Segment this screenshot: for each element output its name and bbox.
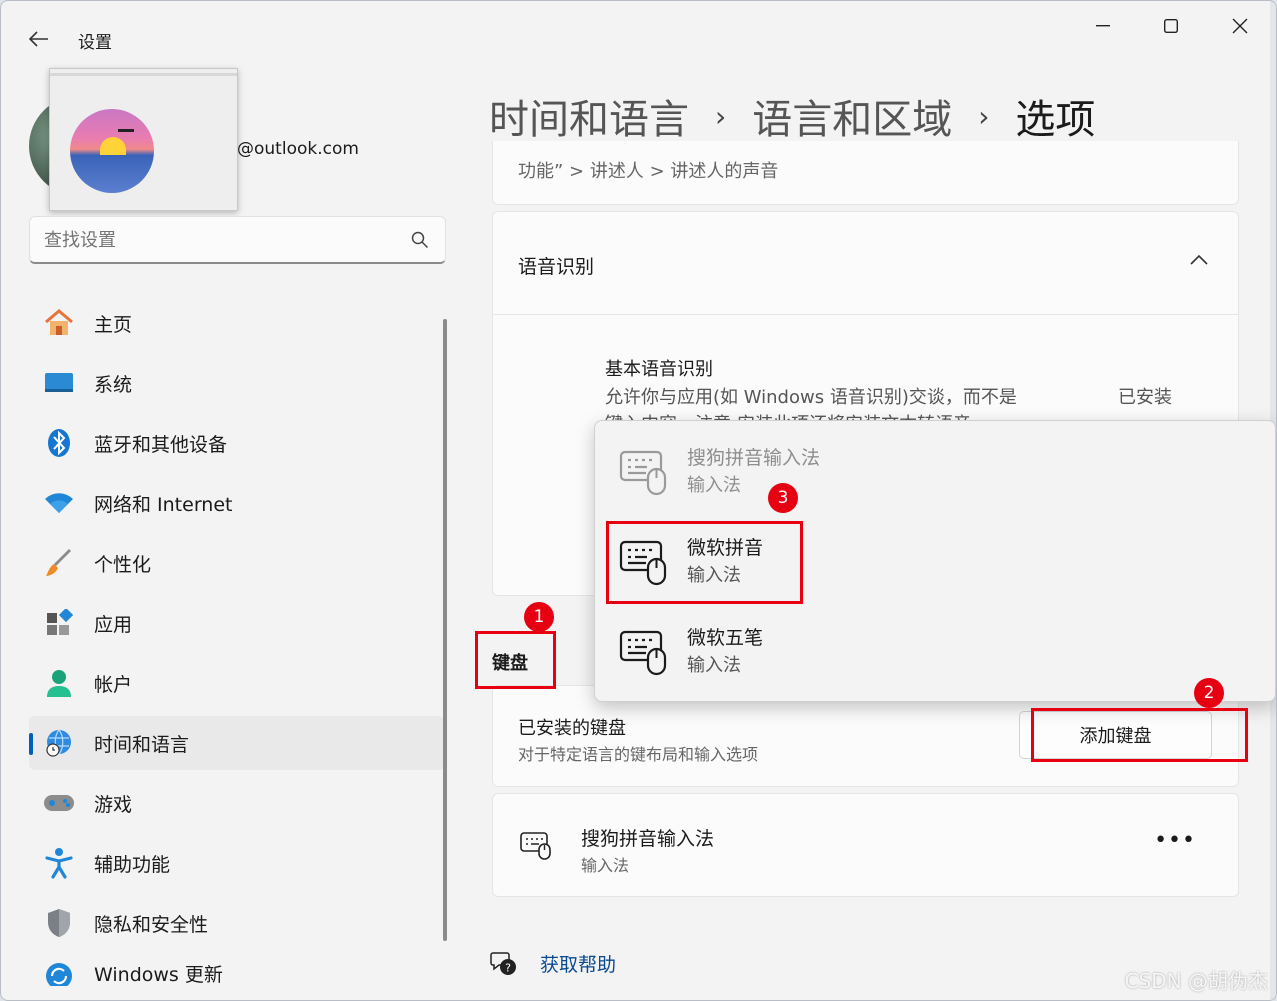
- preview-top-line: [50, 73, 237, 76]
- annotation-badge-3: 3: [768, 483, 798, 513]
- close-button[interactable]: [1220, 11, 1260, 41]
- installed-keyboards-title: 已安装的键盘: [518, 718, 626, 739]
- flyout-item-name: 搜狗拼音输入法: [687, 447, 821, 469]
- breadcrumb-separator: ›: [978, 99, 990, 133]
- person-icon: [43, 667, 75, 699]
- sidebar-item-home[interactable]: 主页: [29, 296, 445, 350]
- get-help-link[interactable]: ? 获取帮助: [490, 949, 616, 977]
- arrow-left-icon: [29, 31, 48, 47]
- globe-clock-icon: [43, 727, 75, 759]
- narrator-voice-path: 功能” > 讲述人 > 讲述人的声音: [518, 161, 779, 182]
- minimize-icon: [1096, 25, 1110, 27]
- sidebar-item-label: 系统: [94, 373, 133, 396]
- sidebar-item-apps[interactable]: 应用: [29, 596, 445, 650]
- installed-status: 已安装: [1118, 387, 1172, 408]
- sidebar-item-personalization[interactable]: 个性化: [29, 536, 445, 590]
- annotation-box-microsoft-pinyin: [606, 521, 803, 604]
- sun-shape: [100, 137, 126, 155]
- sidebar-item-network[interactable]: 网络和 Internet: [29, 476, 445, 530]
- sidebar-item-label: 游戏: [94, 793, 133, 816]
- flyout-item-microsoft-wubi[interactable]: 微软五笔 输入法: [607, 609, 1265, 689]
- sidebar-item-label: 主页: [94, 313, 133, 336]
- app-title: 设置: [78, 33, 112, 53]
- sidebar-item-privacy[interactable]: 隐私和安全性: [29, 896, 445, 950]
- speech-recognition-title: 语音识别: [518, 256, 595, 278]
- narrator-voice-card: 功能” > 讲述人 > 讲述人的声音: [492, 141, 1239, 205]
- breadcrumb: 时间和语言 › 语言和区域 › 选项: [489, 87, 1095, 145]
- sidebar-item-label: Windows 更新: [94, 964, 223, 986]
- sidebar-scrollbar[interactable]: [443, 319, 447, 941]
- sidebar-item-accounts[interactable]: 帐户: [29, 656, 445, 710]
- back-button[interactable]: [25, 25, 53, 53]
- settings-window: 设置 @outlook.com 主页: [0, 0, 1277, 1001]
- accessibility-icon: [43, 847, 75, 879]
- wifi-icon: [43, 487, 75, 519]
- annotation-box-add-keyboard: [1031, 708, 1248, 762]
- sidebar-item-gaming[interactable]: 游戏: [29, 776, 445, 830]
- chevron-up-icon[interactable]: [1190, 254, 1208, 266]
- ime-name: 搜狗拼音输入法: [581, 828, 715, 850]
- apps-icon: [43, 607, 75, 639]
- sidebar-item-label: 应用: [94, 613, 133, 636]
- annotation-badge-2: 2: [1194, 678, 1224, 708]
- sidebar-item-accessibility[interactable]: 辅助功能: [29, 836, 445, 890]
- annotation-box-keyboard: [475, 631, 556, 689]
- breadcrumb-language-region[interactable]: 语言和区域: [752, 87, 952, 145]
- close-icon: [1232, 18, 1248, 34]
- maximize-icon: [1164, 19, 1178, 33]
- keyboard-icon: [619, 630, 667, 676]
- sidebar-item-time-language[interactable]: 时间和语言: [29, 716, 445, 770]
- bluetooth-icon: [43, 427, 75, 459]
- keyboard-icon: [520, 832, 551, 860]
- maximize-button[interactable]: [1151, 11, 1191, 41]
- sidebar-item-label: 帐户: [94, 673, 133, 696]
- gamepad-icon: [43, 787, 75, 819]
- helicopter-shape: [118, 129, 134, 132]
- sidebar-item-label: 蓝牙和其他设备: [94, 433, 228, 456]
- speech-recognition-header[interactable]: 语音识别: [492, 211, 1239, 315]
- sidebar-item-label: 网络和 Internet: [94, 493, 233, 516]
- sidebar-item-label: 辅助功能: [94, 853, 171, 876]
- sidebar-item-bluetooth[interactable]: 蓝牙和其他设备: [29, 416, 445, 470]
- more-options-button[interactable]: •••: [1154, 828, 1196, 853]
- breadcrumb-separator: ›: [715, 99, 727, 133]
- breadcrumb-time-language[interactable]: 时间和语言: [489, 87, 689, 145]
- page-title: 选项: [1015, 97, 1096, 143]
- brush-icon: [43, 547, 75, 579]
- help-chat-icon: ?: [490, 952, 516, 975]
- monitor-icon: [43, 367, 75, 399]
- get-help-label: 获取帮助: [540, 953, 617, 976]
- sidebar-item-windows-update[interactable]: Windows 更新: [29, 956, 445, 986]
- annotation-badge-1: 1: [524, 602, 554, 632]
- basic-speech-desc: 允许你与应用(如 Windows 语音识别)交谈，而不是: [605, 387, 1017, 408]
- ime-type: 输入法: [581, 856, 630, 875]
- flyout-item-type: 输入法: [687, 475, 741, 496]
- sidebar-item-label: 时间和语言: [94, 733, 190, 756]
- svg-text:?: ?: [505, 962, 511, 975]
- flyout-item-name: 微软五笔: [687, 627, 764, 649]
- profile-picture: [70, 109, 154, 193]
- installed-ime-row[interactable]: 搜狗拼音输入法 输入法 •••: [492, 793, 1239, 897]
- sidebar-nav: 主页 系统 蓝牙和其他设备 网络和 Internet 个性化 应用 帐户 时间和…: [29, 296, 445, 992]
- update-icon: [43, 960, 75, 986]
- flyout-item-type: 输入法: [687, 655, 741, 676]
- sidebar-item-system[interactable]: 系统: [29, 356, 445, 410]
- sidebar-item-label: 个性化: [94, 553, 152, 576]
- account-email: @outlook.com: [237, 139, 359, 159]
- search-box[interactable]: [29, 216, 446, 264]
- sidebar-item-label: 隐私和安全性: [94, 913, 209, 936]
- keyboard-icon: [619, 450, 667, 496]
- shield-icon: [43, 907, 75, 939]
- flyout-item-sogou: 搜狗拼音输入法 输入法: [607, 429, 1265, 509]
- home-icon: [43, 307, 75, 339]
- installed-keyboards-desc: 对于特定语言的键布局和输入选项: [518, 745, 759, 764]
- search-input[interactable]: [44, 227, 394, 253]
- profile-picture-preview: [49, 68, 238, 211]
- basic-speech-title: 基本语音识别: [605, 359, 713, 380]
- watermark: CSDN @胡伪杰: [1124, 969, 1268, 993]
- search-icon[interactable]: [411, 231, 429, 249]
- minimize-button[interactable]: [1083, 11, 1123, 41]
